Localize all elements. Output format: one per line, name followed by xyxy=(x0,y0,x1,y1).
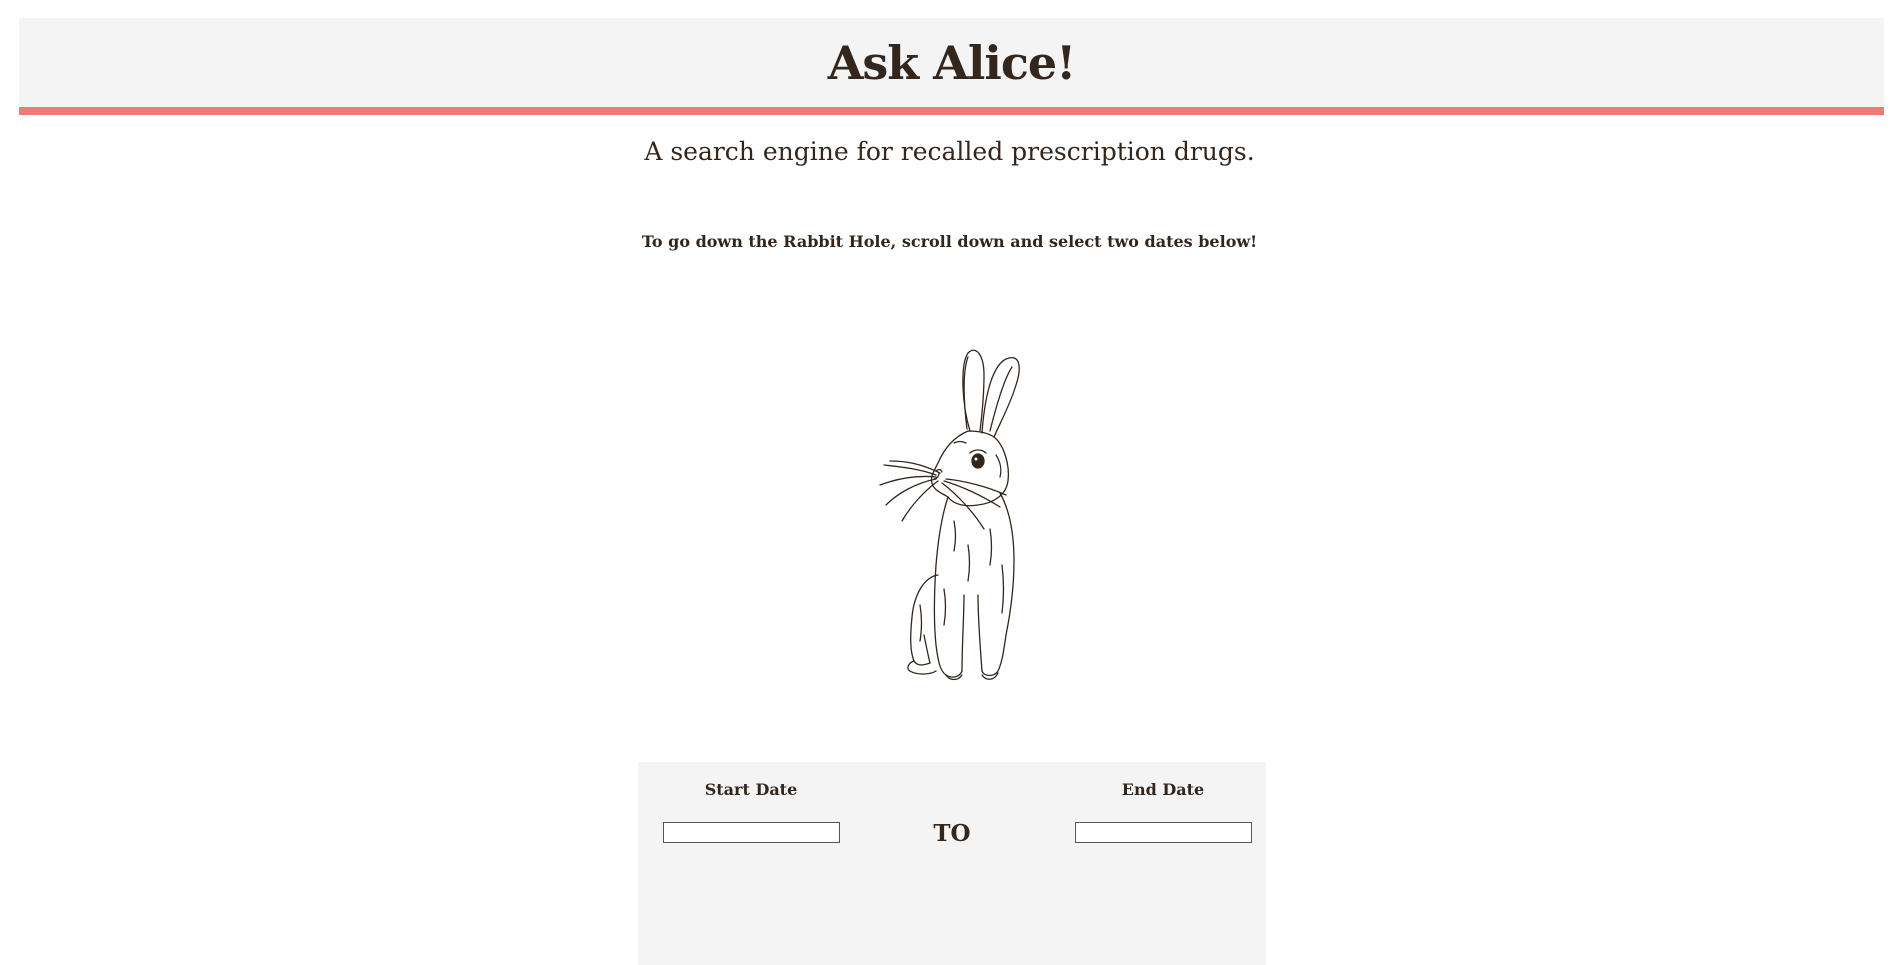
page-title: Ask Alice! xyxy=(827,36,1077,90)
end-date-label: End Date xyxy=(1121,780,1205,799)
date-range-panel: Start Date TO End Date xyxy=(638,762,1266,965)
instruction-text: To go down the Rabbit Hole, scroll down … xyxy=(641,232,1258,251)
end-date-input[interactable] xyxy=(1074,822,1252,843)
rabbit-illustration-icon xyxy=(850,345,1070,695)
start-date-label: Start Date xyxy=(704,780,798,799)
site-header: Ask Alice! xyxy=(19,18,1884,115)
end-date-group: End Date xyxy=(1063,762,1263,843)
page-subtitle: A search engine for recalled prescriptio… xyxy=(644,137,1255,166)
